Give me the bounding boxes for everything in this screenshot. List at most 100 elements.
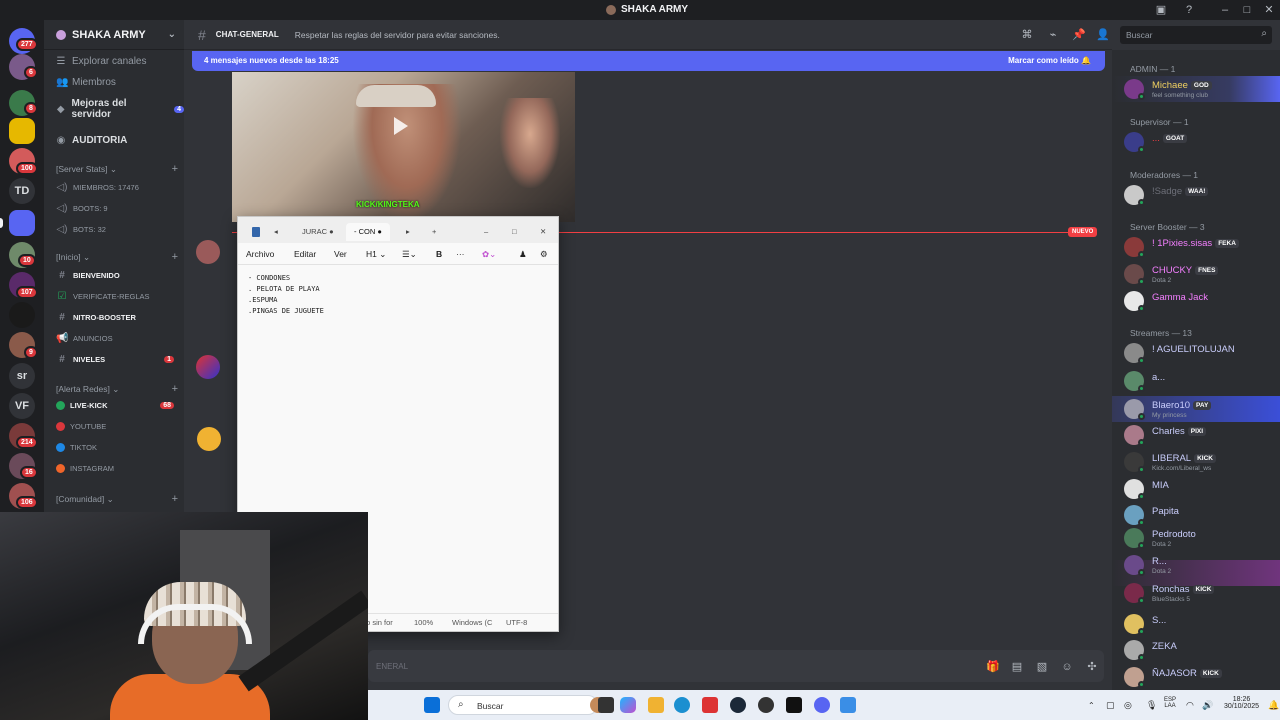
channel-bienvenido[interactable]: # BIENVENIDO: [56, 270, 180, 281]
file-explorer-icon[interactable]: [648, 697, 664, 713]
inbox-icon[interactable]: ▣: [1154, 3, 1168, 17]
taskbar-search[interactable]: ⌕ Buscar: [448, 695, 598, 715]
member-item[interactable]: ... GOAT: [1124, 131, 1274, 153]
member-item[interactable]: Ronchas KICK BlueStacks 5: [1124, 582, 1274, 604]
video-embed[interactable]: KICK/KINGTEKA: [232, 72, 575, 222]
member-item[interactable]: Gamma Jack: [1124, 290, 1274, 312]
help-icon[interactable]: ?: [1182, 3, 1196, 17]
channel-niveles[interactable]: # NIVELES 1: [56, 354, 180, 365]
server-sr[interactable]: sr: [9, 363, 35, 389]
member-item[interactable]: Papita: [1124, 504, 1274, 526]
channel-nitro-booster[interactable]: # NITRO-BOOSTER: [56, 312, 180, 323]
discord-icon[interactable]: [814, 697, 830, 713]
channel-live-kick[interactable]: LIVE-KICK 68: [56, 401, 180, 410]
channel-auditoria[interactable]: ◉ AUDITORIA: [56, 135, 128, 146]
app-icon[interactable]: [702, 697, 718, 713]
member-item[interactable]: Blaero10 PAY My princess: [1124, 398, 1274, 420]
explore-channels[interactable]: ☰ Explorar canales: [56, 56, 147, 67]
pin-icon[interactable]: 📌: [1072, 29, 1086, 41]
member-item[interactable]: Pedrodoto Dota 2: [1124, 527, 1274, 549]
search-input[interactable]: Buscar ⌕: [1120, 26, 1272, 44]
server-header[interactable]: SHAKA ARMY ⌄: [44, 20, 184, 50]
member-item[interactable]: a...: [1124, 370, 1274, 392]
member-item[interactable]: MIA: [1124, 478, 1274, 500]
member-item[interactable]: Charles PIXI: [1124, 424, 1274, 446]
member-item[interactable]: CHUCKY FNES Dota 2: [1124, 263, 1274, 285]
channel-youtube[interactable]: YOUTUBE: [56, 422, 180, 431]
member-item[interactable]: Michaee GOD feel something club: [1124, 78, 1274, 100]
new-tab-icon[interactable]: +: [424, 223, 444, 241]
add-channel-icon[interactable]: +: [172, 493, 178, 505]
server-icon-3[interactable]: [9, 118, 35, 144]
notepad-taskbar-icon[interactable]: [840, 697, 856, 713]
category-comunidad[interactable]: [Comunidad] ⌄ +: [56, 493, 178, 505]
menu-archivo[interactable]: Archivo: [246, 249, 274, 259]
category-alerta-redes[interactable]: [Alerta Redes] ⌄ +: [56, 383, 178, 395]
tray-icon[interactable]: ▢: [1106, 700, 1115, 711]
tab-next-icon[interactable]: ▸: [398, 223, 418, 241]
heading-select[interactable]: H1 ⌄: [366, 249, 386, 260]
minimize-button[interactable]: –: [1218, 3, 1232, 17]
members-nav[interactable]: 👥 Miembros: [56, 77, 116, 88]
mark-read-button[interactable]: Marcar como leído 🔔: [1008, 56, 1091, 65]
play-icon[interactable]: [394, 117, 408, 135]
close-button[interactable]: ✕: [532, 223, 554, 241]
sticker-icon[interactable]: ▧: [1036, 661, 1048, 673]
channel-miembros[interactable]: ◁) MIEMBROS: 17476: [56, 182, 180, 193]
member-item[interactable]: ! 1Pixies.sisas FEKA: [1124, 236, 1274, 258]
avatar[interactable]: [196, 240, 220, 264]
server-td[interactable]: TD: [9, 178, 35, 204]
maximize-button[interactable]: □: [504, 223, 525, 241]
account-icon[interactable]: ♟: [519, 249, 527, 260]
language-indicator[interactable]: ESP LAA: [1164, 697, 1176, 709]
clock[interactable]: 18:26 30/10/2025: [1224, 696, 1259, 710]
category-inicio[interactable]: [Inicio] ⌄ +: [56, 251, 178, 263]
server-icon-7[interactable]: [9, 302, 35, 328]
bold-icon[interactable]: B: [436, 249, 442, 259]
app-icon[interactable]: [786, 697, 802, 713]
wifi-icon[interactable]: ◠: [1186, 700, 1194, 711]
volume-icon[interactable]: 🔊: [1202, 700, 1213, 711]
copilot-icon[interactable]: ✿⌄: [482, 249, 496, 260]
steam-icon[interactable]: [730, 697, 746, 713]
add-channel-icon[interactable]: +: [172, 383, 178, 395]
more-icon[interactable]: ···: [456, 249, 465, 259]
list-format-icon[interactable]: ☰⌄: [402, 249, 417, 260]
channel-topic[interactable]: Respetar las reglas del servidor para ev…: [295, 30, 500, 40]
member-item[interactable]: ! AGUELITOLUJAN: [1124, 342, 1274, 364]
member-item[interactable]: !Sadge WAA!: [1124, 184, 1274, 206]
windows-start-icon[interactable]: [424, 697, 440, 713]
tab-prev-icon[interactable]: ◂: [266, 223, 286, 241]
member-item[interactable]: R... Dota 2: [1124, 554, 1274, 576]
mic-icon[interactable]: 🎙: [1146, 700, 1157, 711]
tab-jurac[interactable]: JURAC ●: [294, 223, 342, 241]
member-item[interactable]: ÑAJASOR KICK: [1124, 666, 1274, 688]
tray-icon[interactable]: ◎: [1124, 700, 1132, 711]
server-folder-icon[interactable]: [9, 210, 35, 236]
channel-boots[interactable]: ◁) BOOTS: 9: [56, 203, 180, 214]
add-channel-icon[interactable]: +: [172, 163, 178, 175]
member-list-icon[interactable]: 👤: [1096, 29, 1110, 41]
edge-icon[interactable]: [674, 697, 690, 713]
channel-tiktok[interactable]: TIKTOK: [56, 443, 180, 452]
copilot-icon[interactable]: [620, 697, 636, 713]
member-item[interactable]: S...: [1124, 613, 1274, 635]
threads-icon[interactable]: ⌘: [1021, 29, 1033, 41]
menu-ver[interactable]: Ver: [334, 249, 347, 259]
channel-bots[interactable]: ◁) BOTS: 32: [56, 224, 180, 235]
gift-icon[interactable]: 🎁: [986, 661, 1000, 673]
new-messages-bar[interactable]: 4 mensajes nuevos desde las 18:25 Marcar…: [192, 51, 1105, 71]
apps-icon[interactable]: ✣: [1086, 661, 1098, 673]
channel-anuncios[interactable]: 📢 ANUNCIOS: [56, 333, 180, 344]
member-item[interactable]: LIBERAL KICK Kick.com/Liberal_ws: [1124, 451, 1274, 473]
avatar[interactable]: [196, 355, 220, 379]
emoji-icon[interactable]: ☺: [1061, 661, 1073, 673]
task-view-icon[interactable]: [598, 697, 614, 713]
category-server-stats[interactable]: [Server Stats] ⌄ +: [56, 163, 178, 175]
channel-instagram[interactable]: INSTAGRAM: [56, 464, 180, 473]
close-button[interactable]: ✕: [1262, 3, 1276, 17]
maximize-button[interactable]: □: [1240, 3, 1254, 17]
avatar[interactable]: [197, 427, 221, 451]
mute-icon[interactable]: ⌁: [1047, 29, 1059, 41]
menu-editar[interactable]: Editar: [294, 249, 316, 259]
